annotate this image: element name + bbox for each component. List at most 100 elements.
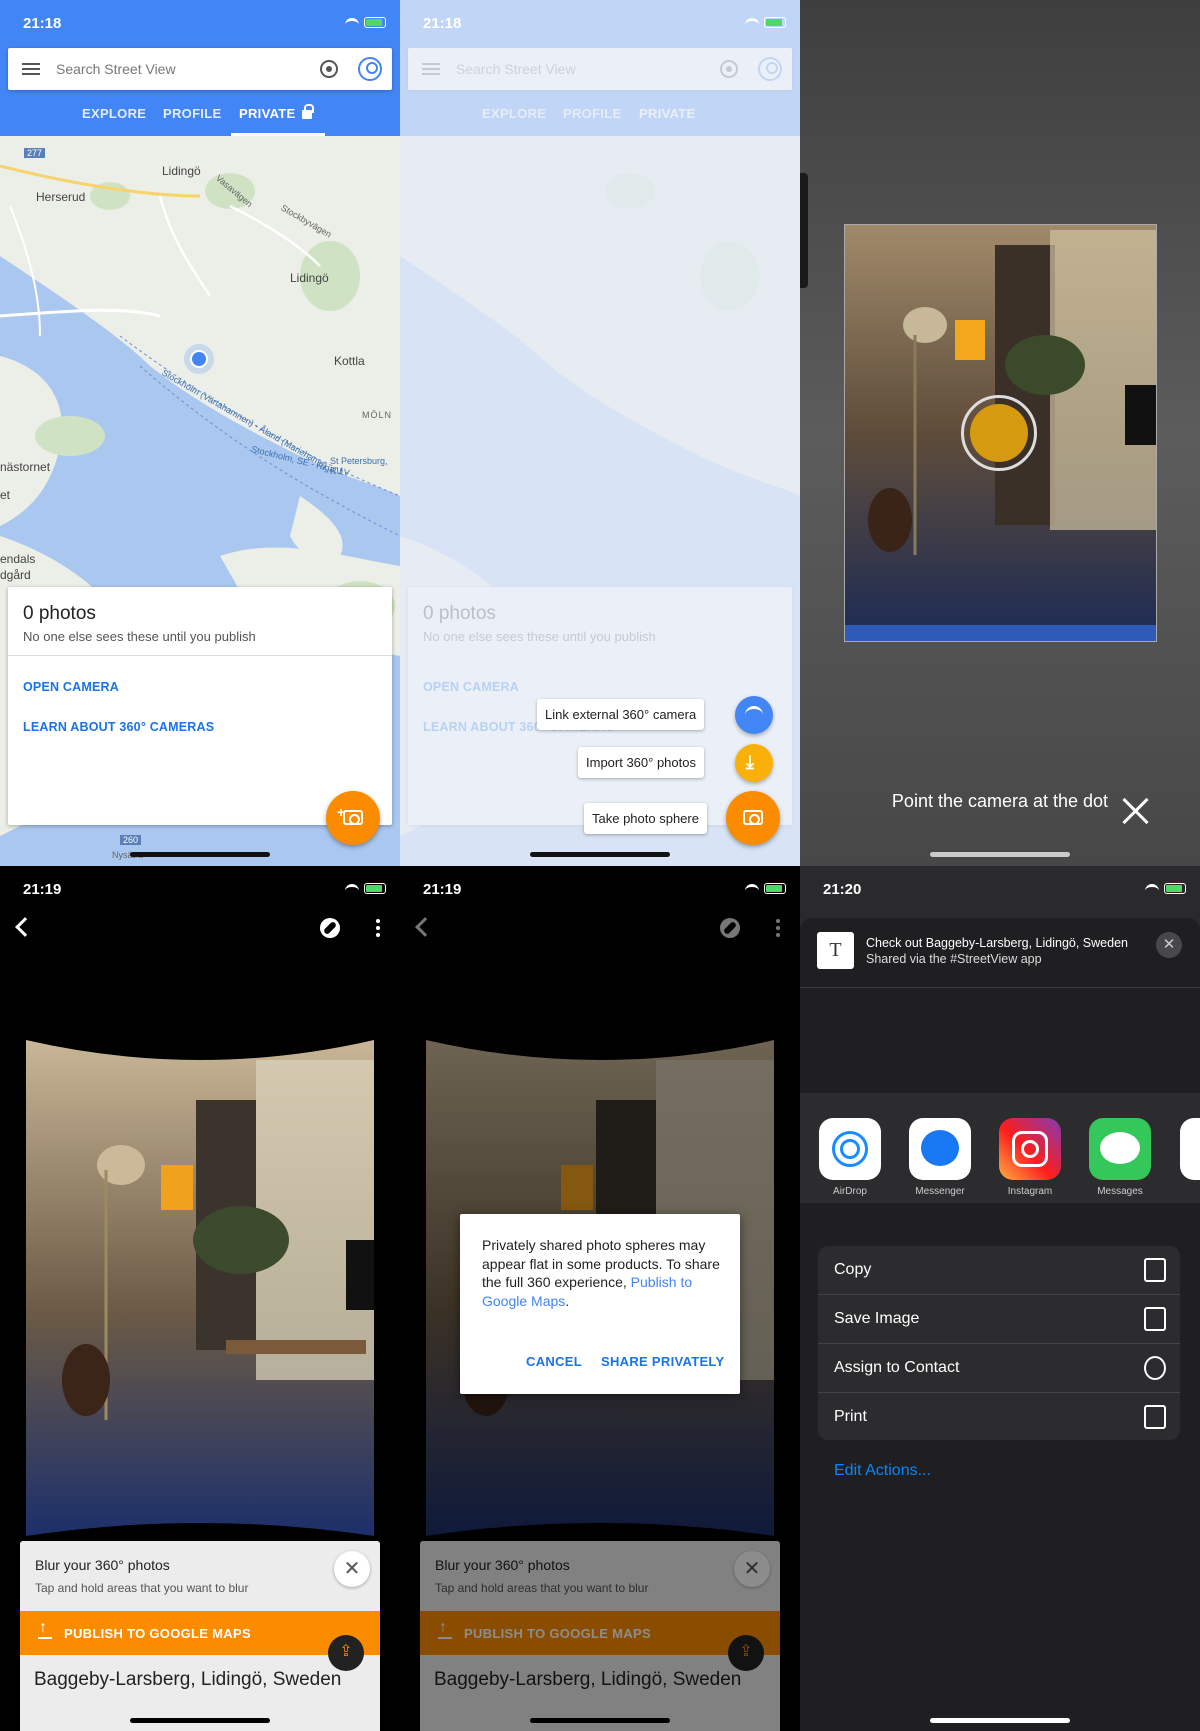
wifi-icon (745, 17, 759, 28)
home-indicator (530, 1718, 670, 1723)
share-icon: ⇪ (728, 1635, 764, 1671)
battery-icon (364, 17, 386, 28)
compass-icon[interactable] (320, 918, 340, 938)
share-app-instagram[interactable]: Instagram (995, 1118, 1065, 1197)
link-external-camera-label[interactable]: Link external 360° camera (537, 699, 705, 730)
photo-sphere-preview[interactable] (26, 1040, 374, 1536)
share-sheet: T Check out Baggeby-Larsberg, Lidingö, S… (800, 918, 1200, 1731)
home-indicator (930, 852, 1070, 857)
map-label-dgard: dgård (0, 568, 31, 582)
status-bar: 21:19 (0, 866, 400, 914)
share-app-label: AirDrop (833, 1186, 867, 1197)
import-360-photos-label[interactable]: Import 360° photos (578, 747, 704, 778)
printer-icon (1144, 1405, 1166, 1429)
tab-explore[interactable]: EXPLORE (82, 106, 146, 121)
search-bar[interactable]: Search Street View (8, 48, 392, 90)
close-icon: ✕ (734, 1551, 770, 1587)
tab-profile[interactable]: PROFILE (163, 106, 221, 121)
share-preview-line2: Shared via the #StreetView app (866, 952, 1042, 966)
share-sheet-header: T Check out Baggeby-Larsberg, Lidingö, S… (800, 918, 1200, 988)
highway-shield-260: 260 (120, 835, 142, 845)
speed-dial-screen: Search Street View EXPLORE PROFILE PRIVA… (400, 0, 800, 866)
camera-icon (343, 810, 363, 825)
upload-icon (438, 1619, 452, 1639)
publish-label: PUBLISH TO GOOGLE MAPS (464, 1626, 651, 1641)
link-camera-button[interactable] (735, 696, 773, 734)
text-document-icon: T (817, 932, 854, 969)
instagram-icon (999, 1118, 1061, 1180)
share-app-partial[interactable] (1180, 1118, 1200, 1180)
photo-viewer-screen: 21:19 Blur your 360° photos Tap and hold… (0, 866, 400, 1731)
messenger-icon (909, 1118, 971, 1180)
more-options-icon (776, 919, 780, 937)
add-photo-fab[interactable]: + (326, 791, 380, 845)
share-icon[interactable]: ⇪ (328, 1635, 364, 1671)
open-camera-link[interactable]: OPEN CAMERA (23, 680, 119, 694)
photos-card: 0 photos No one else sees these until yo… (8, 587, 392, 825)
wifi-icon (745, 883, 759, 894)
scrim[interactable] (400, 0, 800, 866)
assign-to-contact-action[interactable]: Assign to Contact (818, 1343, 1180, 1391)
tab-private[interactable]: PRIVATE (239, 104, 314, 121)
share-app-label: Messages (1097, 1186, 1143, 1197)
import-button[interactable]: ⤓ (735, 744, 773, 782)
share-privately-button[interactable]: SHARE PRIVATELY (601, 1354, 724, 1369)
cancel-button[interactable]: CANCEL (526, 1354, 582, 1369)
status-time: 21:19 (23, 881, 62, 898)
status-time: 21:18 (423, 15, 462, 32)
blur-subtitle: Tap and hold areas that you want to blur (35, 1581, 249, 1595)
publish-to-google-maps-button[interactable]: PUBLISH TO GOOGLE MAPS (20, 1611, 380, 1655)
take-photo-sphere-button[interactable] (726, 791, 780, 845)
contact-icon (1144, 1356, 1166, 1380)
status-bar: 21:18 (400, 0, 800, 48)
private-map-screen: 277 Lidingö Herserud Lidingö Kottla MÖLN… (0, 0, 400, 866)
share-sheet-screen: 21:20 T Check out Baggeby-Larsberg, Lidi… (800, 866, 1200, 1731)
home-indicator (130, 852, 270, 857)
back-icon[interactable] (15, 917, 35, 937)
battery-icon (764, 17, 786, 28)
share-app-messages[interactable]: Messages (1085, 1118, 1155, 1197)
share-app-messenger[interactable]: Messenger (905, 1118, 975, 1197)
share-privately-dialog-screen: 21:19 Blur your 360° photos Tap and hold… (400, 866, 800, 1731)
map-label-ferry-route-stpetersburg: St Petersburg, RU (330, 456, 388, 476)
wifi-icon (345, 883, 359, 894)
map-label-lidingo-north: Lidingö (162, 164, 201, 178)
airdrop-icon (819, 1118, 881, 1180)
photos-card-subtitle: No one else sees these until you publish (23, 629, 256, 644)
my-location-icon[interactable] (320, 60, 338, 78)
map-label-moln: MÖLN (362, 410, 393, 420)
close-icon[interactable]: ✕ (334, 1551, 370, 1587)
camera-icon (743, 810, 763, 825)
wifi-icon (1145, 883, 1159, 894)
share-app-airdrop[interactable]: AirDrop (815, 1118, 885, 1197)
edit-actions-link[interactable]: Edit Actions... (834, 1462, 931, 1480)
search-input[interactable]: Search Street View (56, 61, 176, 77)
messages-icon (1089, 1118, 1151, 1180)
close-icon[interactable] (1120, 796, 1150, 826)
take-photo-sphere-label[interactable]: Take photo sphere (584, 803, 707, 834)
save-image-action[interactable]: Save Image (818, 1294, 1180, 1342)
map-label-kottla: Kottla (334, 354, 365, 368)
print-action[interactable]: Print (818, 1392, 1180, 1440)
publish-to-google-maps-button: PUBLISH TO GOOGLE MAPS (420, 1611, 780, 1655)
place-name: Baggeby-Larsberg, Lidingö, Sweden (434, 1669, 742, 1690)
compass-icon (720, 918, 740, 938)
menu-icon[interactable] (22, 63, 40, 75)
learn-360-cameras-link[interactable]: LEARN ABOUT 360° CAMERAS (23, 720, 214, 734)
close-icon[interactable]: ✕ (1156, 932, 1182, 958)
download-icon: ⤓ (746, 752, 754, 772)
home-indicator (130, 1718, 270, 1723)
account-icon[interactable] (358, 57, 382, 81)
wifi-icon (345, 17, 359, 28)
blur-card: Blur your 360° photos Tap and hold areas… (20, 1541, 380, 1731)
wifi-icon (745, 706, 763, 720)
blur-subtitle: Tap and hold areas that you want to blur (435, 1581, 649, 1595)
battery-icon (1164, 883, 1186, 894)
active-tab-indicator (231, 133, 325, 136)
more-options-icon[interactable] (376, 919, 380, 937)
dialog-message: Privately shared photo spheres may appea… (482, 1237, 720, 1309)
upload-icon (38, 1619, 52, 1639)
highway-shield-277: 277 (24, 148, 46, 158)
copy-action[interactable]: Copy (818, 1246, 1180, 1294)
status-time: 21:18 (23, 15, 62, 32)
